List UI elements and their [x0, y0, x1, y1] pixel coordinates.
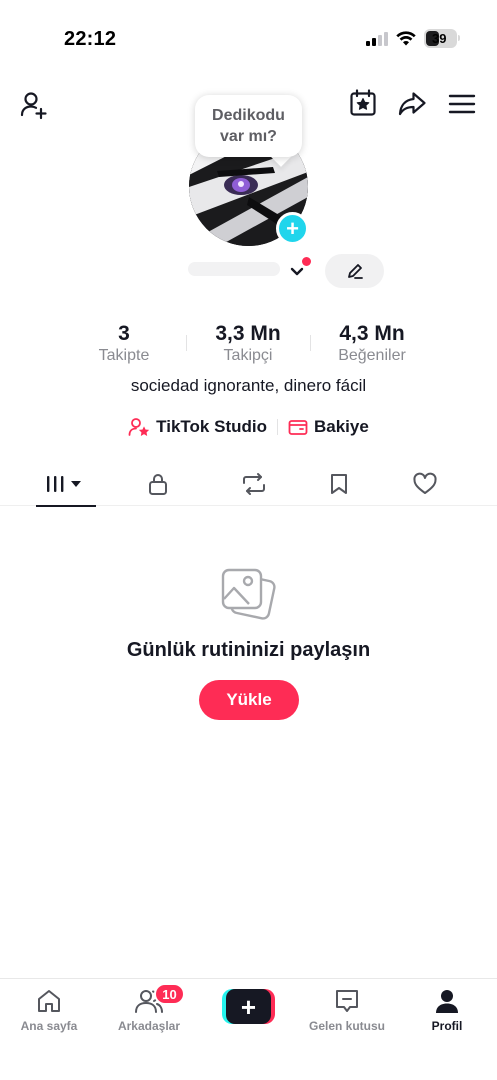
grid-icon [47, 476, 81, 492]
menu-icon [448, 94, 476, 114]
stat-value: 4,3 Mn [339, 322, 405, 345]
balance-label: Bakiye [314, 417, 369, 436]
signal-icon [366, 31, 388, 46]
stat-likes[interactable]: 4,3 Mn Beğeniler [322, 322, 422, 366]
stat-label: Beğeniler [338, 347, 406, 364]
nav-friends[interactable]: 10 Arkadaşlar [104, 983, 194, 1033]
tab-reposts[interactable] [184, 462, 324, 506]
notification-dot [302, 257, 311, 266]
nav-friends-label: Arkadaşlar [117, 1019, 181, 1033]
note-bubble-text: Dedikodu var mı? [212, 107, 285, 145]
share-icon [398, 92, 426, 116]
wallet-icon [288, 420, 308, 435]
content-tabs [0, 462, 497, 507]
calendar-star-icon [350, 89, 376, 116]
battery-level: 39 [432, 31, 447, 46]
link-divider [277, 419, 278, 435]
stat-divider [310, 335, 311, 351]
nav-home[interactable]: Ana sayfa [4, 987, 94, 1033]
battery-indicator: 39 [424, 29, 460, 48]
empty-state-title: Günlük rutininizi paylaşın [126, 639, 371, 661]
stat-followers[interactable]: 3,3 Mn Takipçi [200, 322, 296, 366]
tab-videos[interactable] [0, 462, 132, 507]
nav-profile-label: Profil [431, 1019, 463, 1033]
nav-profile[interactable]: Profil [402, 987, 492, 1033]
studio-icon [128, 418, 150, 436]
friends-badge: 10 [154, 983, 185, 1005]
bookmark-icon [331, 474, 347, 494]
home-icon [38, 990, 60, 1012]
edit-profile-button[interactable] [325, 254, 384, 288]
status-icons: 39 [366, 29, 460, 48]
tab-private[interactable] [132, 462, 184, 506]
share-button[interactable] [395, 87, 429, 121]
active-tab-indicator [36, 505, 96, 507]
stat-value: 3 [118, 322, 130, 345]
lock-icon [149, 474, 167, 495]
stat-divider [186, 335, 187, 351]
photos-illustration [219, 566, 279, 627]
wifi-icon [396, 31, 416, 46]
nav-inbox-label: Gelen kutusu [308, 1019, 385, 1033]
tab-saved[interactable] [324, 462, 354, 506]
status-time: 22:12 [64, 28, 117, 50]
heart-icon [413, 472, 437, 494]
tab-liked[interactable] [354, 462, 496, 506]
username-placeholder [188, 262, 280, 276]
nav-home-label: Ana sayfa [20, 1019, 78, 1033]
nav-inbox[interactable]: Gelen kutusu [302, 987, 392, 1033]
add-friend-button[interactable] [17, 88, 51, 122]
tiktok-studio-label: TikTok Studio [156, 417, 267, 436]
balance-link[interactable]: Bakiye [288, 417, 369, 437]
plus-icon: + [286, 215, 299, 241]
photos-icon [221, 568, 276, 620]
stat-following[interactable]: 3 Takipte [84, 322, 164, 366]
plus-icon: + [240, 991, 257, 1022]
tiktok-studio-link[interactable]: TikTok Studio [128, 417, 267, 437]
add-avatar-button[interactable]: + [276, 212, 309, 245]
create-button[interactable]: + [222, 989, 275, 1024]
profile-links: TikTok Studio Bakiye [0, 417, 497, 437]
note-bubble[interactable]: Dedikodu var mı? [195, 95, 302, 157]
stat-label: Takipçi [223, 347, 273, 364]
add-friend-icon [20, 92, 47, 120]
profile-bio: sociedad ignorante, dinero fácil [130, 376, 367, 395]
upload-button[interactable]: Yükle [199, 680, 299, 720]
account-switcher[interactable] [288, 262, 306, 285]
repost-icon [243, 473, 265, 495]
menu-button[interactable] [445, 87, 479, 121]
bottom-nav: Ana sayfa 10 Arkadaşlar + Gelen kutusu P… [0, 978, 497, 1080]
inbox-icon [336, 990, 358, 1012]
pencil-icon [347, 264, 363, 279]
stat-label: Takipte [98, 347, 150, 364]
stat-value: 3,3 Mn [215, 322, 281, 345]
calendar-button[interactable] [346, 86, 380, 120]
profile-icon [436, 990, 458, 1013]
